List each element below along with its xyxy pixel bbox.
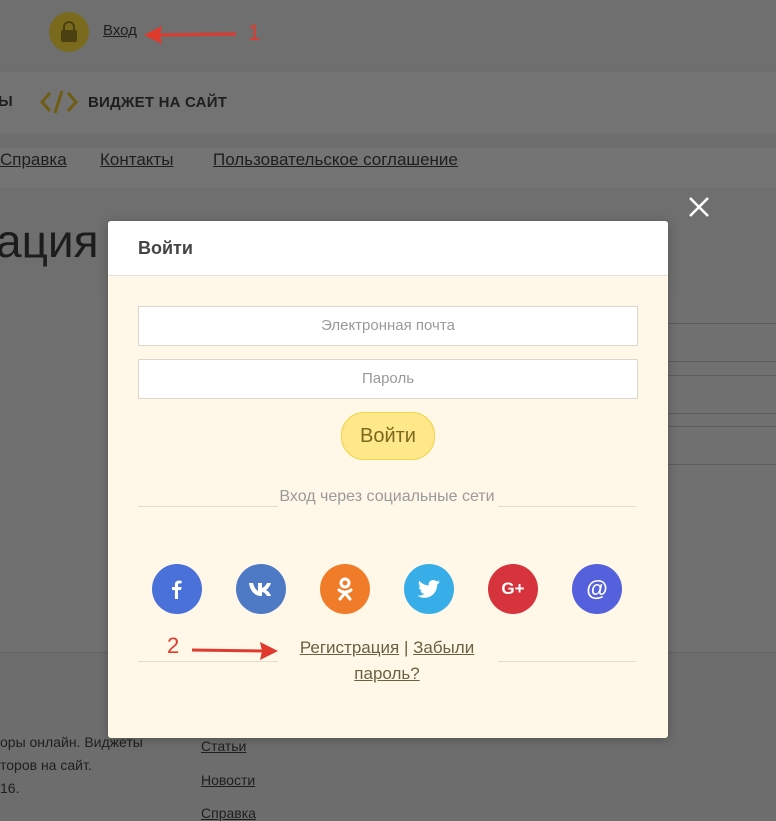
social-login-label: Вход через социальные сети: [279, 488, 495, 505]
footer-text-line: 16.: [0, 780, 20, 796]
mail-icon[interactable]: @: [572, 564, 622, 614]
social-buttons: G+ @: [152, 564, 624, 614]
modal-header: Войти: [108, 221, 668, 276]
google-plus-icon[interactable]: G+: [488, 564, 538, 614]
nav-link-help[interactable]: Справка: [0, 150, 67, 170]
page-title: ация: [0, 215, 99, 267]
footer-link-news[interactable]: Новости: [201, 772, 255, 788]
nav-item-widget[interactable]: ВИДЖЕТ НА САЙТ: [88, 94, 227, 111]
lock-icon[interactable]: [49, 12, 89, 52]
annotation-number-1: 1: [248, 20, 261, 45]
odnoklassniki-icon[interactable]: [320, 564, 370, 614]
divider-right: [498, 506, 636, 507]
link-separator: |: [403, 638, 409, 657]
register-link[interactable]: Регистрация: [300, 638, 399, 657]
divider-left: [138, 506, 278, 507]
divider-right-bottom: [498, 661, 636, 662]
password-field[interactable]: Пароль: [138, 359, 638, 399]
facebook-icon[interactable]: [152, 564, 202, 614]
annotation-number-2: 2: [167, 633, 180, 658]
annotation-arrow-1: [144, 26, 237, 44]
account-links: Регистрация | Забыли пароль?: [278, 635, 496, 687]
nav-link-contacts[interactable]: Контакты: [100, 150, 173, 170]
annotation-arrow-2: [191, 642, 278, 660]
footer-text-line: торов на сайт.: [0, 757, 92, 773]
close-icon[interactable]: [686, 194, 712, 220]
nav-item-cut[interactable]: Ы: [0, 93, 13, 110]
login-button[interactable]: Войти: [341, 412, 435, 460]
vk-icon[interactable]: [236, 564, 286, 614]
secondary-nav: Справка Контакты Пользовательское соглаш…: [0, 148, 776, 188]
twitter-icon[interactable]: [404, 564, 454, 614]
email-field[interactable]: Электронная почта: [138, 306, 638, 346]
code-icon: [40, 90, 78, 114]
nav-link-agreement[interactable]: Пользовательское соглашение: [213, 150, 458, 170]
footer-link-help[interactable]: Справка: [201, 805, 256, 821]
footer-link-articles[interactable]: Статьи: [201, 738, 246, 754]
login-link[interactable]: Вход: [103, 22, 137, 39]
modal-title: Войти: [138, 238, 193, 258]
